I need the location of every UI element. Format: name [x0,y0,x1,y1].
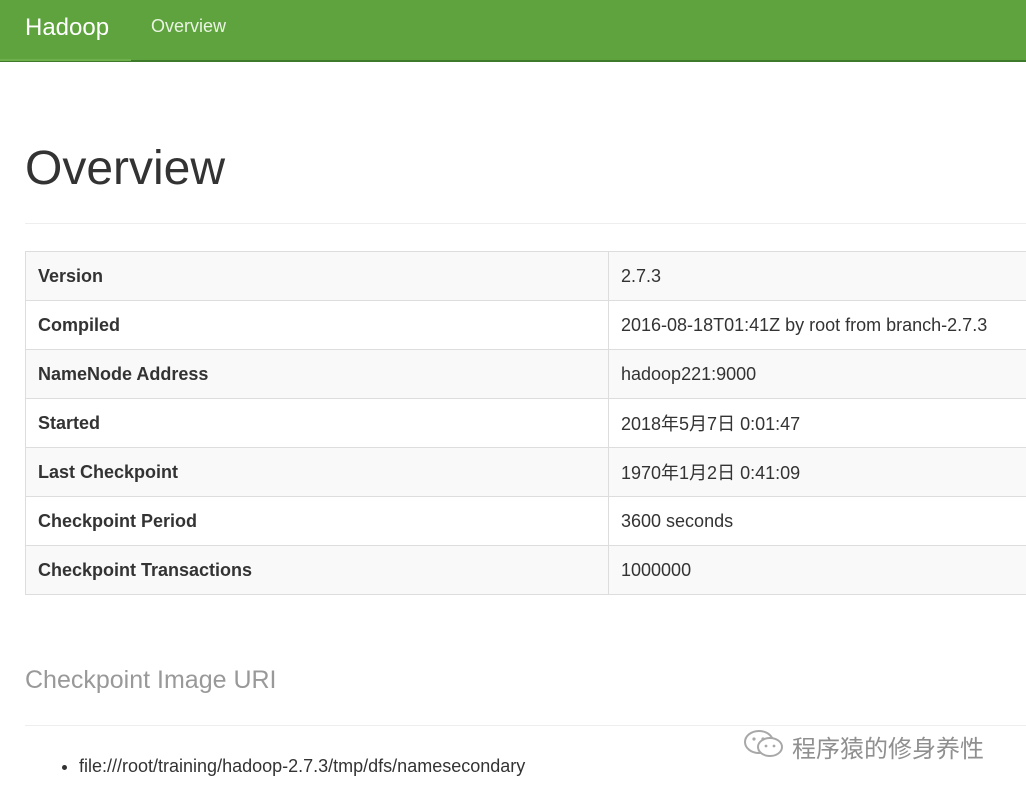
table-row: Version 2.7.3 [25,251,1026,301]
table-row: Checkpoint Transactions 1000000 [25,545,1026,595]
section-divider [25,725,1026,726]
watermark: 程序猿的修身养性 [742,728,984,764]
row-key: Started [25,398,609,448]
wechat-icon [742,729,792,764]
row-value: 2018年5月7日 0:01:47 [608,398,1026,448]
table-row: Compiled 2016-08-18T01:41Z by root from … [25,300,1026,350]
top-navbar: Hadoop Overview [0,0,1026,62]
nav-link-overview[interactable]: Overview [151,16,226,37]
row-value: hadoop221:9000 [608,349,1026,399]
row-key: Checkpoint Transactions [25,545,609,595]
row-key: Version [25,251,609,301]
table-row: Checkpoint Period 3600 seconds [25,496,1026,546]
table-row: NameNode Address hadoop221:9000 [25,349,1026,399]
page-title: Overview [25,142,226,195]
overview-table: Version 2.7.3 Compiled 2016-08-18T01:41Z… [25,251,1026,595]
row-key: Compiled [25,300,609,350]
checkpoint-image-heading: Checkpoint Image URI [25,666,277,694]
watermark-text: 程序猿的修身养性 [792,734,984,763]
row-key: Last Checkpoint [25,447,609,497]
row-key: Checkpoint Period [25,496,609,546]
row-value: 1970年1月2日 0:41:09 [608,447,1026,497]
row-value: 2016-08-18T01:41Z by root from branch-2.… [608,300,1026,350]
row-value: 3600 seconds [608,496,1026,546]
table-row: Last Checkpoint 1970年1月2日 0:41:09 [25,447,1026,497]
checkpoint-uri-list: file:///root/training/hadoop-2.7.3/tmp/d… [40,756,525,777]
title-divider [25,223,1026,224]
list-item: file:///root/training/hadoop-2.7.3/tmp/d… [79,756,525,777]
brand-link[interactable]: Hadoop [25,14,109,42]
row-value: 2.7.3 [608,251,1026,301]
row-value: 1000000 [608,545,1026,595]
row-key: NameNode Address [25,349,609,399]
table-row: Started 2018年5月7日 0:01:47 [25,398,1026,448]
brand-active-indicator [0,59,131,61]
